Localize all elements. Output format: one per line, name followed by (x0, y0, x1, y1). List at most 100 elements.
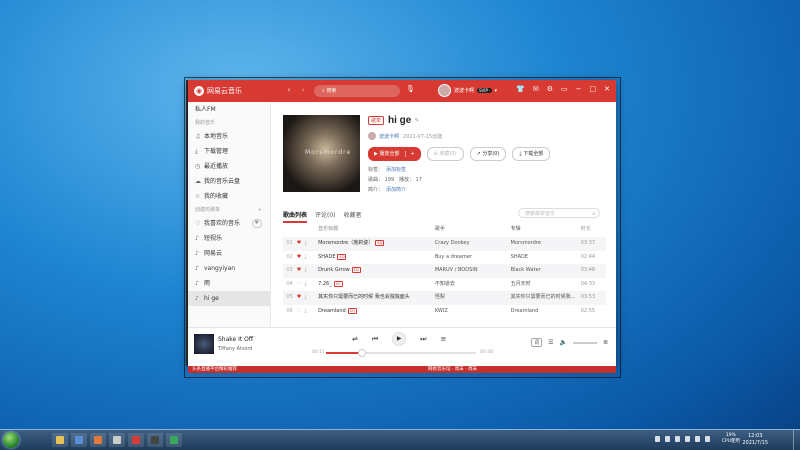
skin-icon[interactable]: 👕 (516, 85, 525, 93)
column-header-album[interactable]: 专辑 (511, 224, 581, 235)
show-desktop-button[interactable] (793, 430, 800, 450)
song-artist[interactable]: 不知道去 (435, 278, 511, 292)
forward-icon[interactable]: › (298, 86, 308, 94)
song-title[interactable]: 其实你只需要而已的时候 我也会独独面头 (318, 291, 435, 305)
sidebar-item-cloud[interactable]: ☁ 我的音乐云盘 (188, 174, 270, 189)
song-title[interactable]: Morsmordre（施莉姿） SQ (318, 237, 435, 251)
sidebar-item-local-music[interactable]: ♫ 本地音乐 (188, 129, 270, 144)
sidebar-item-playlist[interactable]: ♪ 短视乐 (188, 231, 270, 246)
mini-mode-icon[interactable]: ▭ (561, 85, 568, 93)
tray-icon[interactable] (655, 436, 660, 442)
lyrics-mode-icon[interactable]: ≡ (441, 335, 447, 343)
download-icon[interactable]: ⤓ (305, 291, 319, 305)
previous-icon[interactable]: ⏮ (372, 335, 378, 344)
app-logo[interactable]: ◉ 网易云音乐 (194, 86, 242, 96)
like-icon[interactable]: ♡ (250, 335, 256, 343)
play-pause-button[interactable]: ▶ (392, 332, 407, 346)
ad-text-right[interactable]: 网易音乐馆 · 周末 · 周末 (428, 366, 477, 373)
song-album[interactable]: 五月天时 (511, 278, 581, 292)
add-tags-link[interactable]: 添加标签 (386, 167, 406, 173)
column-header-duration[interactable]: 时长 (581, 224, 606, 235)
progress-handle[interactable] (357, 349, 366, 357)
maximize-icon[interactable]: □ (590, 85, 597, 93)
sidebar-item-favorites[interactable]: ☆ 我的收藏 (188, 189, 270, 204)
like-icon[interactable]: ♥ (297, 237, 305, 251)
share-button[interactable]: ↗ 分享(0) (469, 147, 507, 161)
taskbar-explorer[interactable] (52, 433, 68, 447)
song-artist[interactable]: 怪梨 (435, 291, 511, 305)
close-icon[interactable]: ✕ (604, 85, 610, 93)
volume-icon[interactable] (705, 436, 710, 442)
tab-comments[interactable]: 评论(0) (315, 210, 336, 223)
sidebar-item-playlist[interactable]: ♪ vangyiyan (188, 261, 270, 276)
table-row[interactable]: 01 ♥ ⤓ Morsmordre（施莉姿） SQ Crazy Donkey Morsmor… (283, 237, 606, 251)
song-album[interactable]: Dreamland (511, 305, 581, 319)
taskbar-app[interactable] (90, 433, 106, 447)
microphone-icon[interactable]: 🎙 (406, 85, 415, 93)
sidebar-item-downloads[interactable]: ⤓ 下载管理 (188, 144, 270, 159)
playlist-search-input[interactable]: 搜索歌单音乐 ⌕ (518, 208, 600, 218)
taskbar-app[interactable] (166, 433, 182, 447)
add-intro-link[interactable]: 添加简介 (386, 187, 406, 193)
download-icon[interactable]: ⤓ (305, 237, 319, 251)
taskbar-app[interactable] (71, 433, 87, 447)
download-icon[interactable]: ⤓ (305, 305, 319, 319)
collect-button[interactable]: ⊕ 收藏(0) (426, 147, 464, 161)
song-album[interactable]: SHADE (511, 251, 581, 265)
now-playing-artist[interactable]: Tiffany Alvord (218, 346, 253, 352)
download-all-button[interactable]: ⤓ 下载全部 (512, 147, 551, 161)
taskbar-netease-music[interactable] (128, 433, 144, 447)
creator-name[interactable]: 波波卡啊 (379, 133, 399, 140)
queue-icon[interactable]: ≣ (603, 339, 608, 346)
tray-icon[interactable] (665, 436, 670, 442)
song-album[interactable]: Black Water (511, 264, 581, 278)
song-title[interactable]: SHADE SQ (318, 251, 435, 265)
taskbar-app[interactable] (147, 433, 163, 447)
sidebar-item-liked[interactable]: ♡ 我喜欢的音乐 ♥ (188, 216, 270, 231)
minimize-icon[interactable]: − (576, 85, 582, 93)
table-row[interactable]: 02 ♥ ⤓ SHADE SQ Buy a dreamer SHADE 02:44 (283, 251, 606, 265)
playlist-cover[interactable]: Morsmordre (283, 115, 360, 192)
sidebar-item-recent[interactable]: ◷ 最近播放 (188, 159, 270, 174)
tab-collectors[interactable]: 收藏者 (344, 210, 362, 223)
download-icon[interactable]: ⤓ (305, 251, 319, 265)
song-artist[interactable]: MARUV / BOOSIN (435, 264, 511, 278)
like-icon[interactable]: ♥ (297, 264, 305, 278)
clock[interactable]: 12:03 2021/7/15 (742, 433, 768, 447)
cpu-monitor[interactable]: 19% CPU使用 (722, 433, 740, 445)
search-input[interactable]: ⌕ 搜索 (314, 85, 400, 97)
start-button[interactable] (3, 432, 19, 448)
add-to-queue-button[interactable]: + (405, 151, 415, 157)
table-row[interactable]: 03 ♥ ⤓ Drunk Grrow SQ MARUV / BOOSIN Black Wat… (283, 264, 606, 278)
lyrics-button[interactable]: 词 (531, 338, 543, 347)
play-mode-icon[interactable]: ⇌ (352, 335, 358, 343)
like-icon[interactable]: ♥ (297, 291, 305, 305)
tab-song-list[interactable]: 歌曲列表 (283, 210, 308, 223)
like-icon[interactable]: ♥ (297, 251, 305, 265)
volume-icon[interactable]: 🔈 (559, 339, 566, 346)
settings-icon[interactable]: ⚙ (547, 85, 553, 93)
like-icon[interactable]: ♡ (297, 305, 305, 319)
song-artist[interactable]: Buy a dreamer (435, 251, 511, 265)
song-artist[interactable]: KWIZ (435, 305, 511, 319)
now-playing-title[interactable]: Shake It Off (218, 336, 253, 343)
song-title[interactable]: Drunk Grrow SQ (318, 264, 435, 278)
play-all-button[interactable]: ▶ 播放全部 + (368, 147, 421, 161)
download-icon[interactable]: ⤓ (305, 264, 319, 278)
column-header-artist[interactable]: 歌手 (435, 224, 511, 235)
like-icon[interactable]: ♡ (297, 278, 305, 292)
table-row[interactable]: 06 ♡ ⤓ Dreamland SQ KWIZ Dreamland 02:55 (283, 305, 606, 319)
edit-icon[interactable]: ✎ (414, 117, 419, 124)
table-row[interactable]: 04 ♡ ⤓ 7.26_ SQ 不知道去 五月天时 04:33 (283, 278, 606, 292)
download-icon[interactable]: ⤓ (305, 278, 319, 292)
song-album[interactable]: 其实你只需要而已的时候我... (511, 291, 581, 305)
sidebar-item-playlist[interactable]: ♪ 雨 (188, 276, 270, 291)
progress-slider[interactable] (326, 349, 476, 357)
playlist-queue-icon[interactable]: ☰ (548, 339, 553, 346)
song-title[interactable]: Dreamland SQ (318, 305, 435, 319)
volume-slider[interactable] (572, 341, 597, 344)
add-playlist-icon[interactable]: + (258, 204, 262, 216)
mail-icon[interactable]: ✉ (533, 85, 539, 93)
user-profile[interactable]: 波波卡啊 SVIP · ▾ (438, 84, 497, 97)
taskbar-app[interactable] (109, 433, 125, 447)
